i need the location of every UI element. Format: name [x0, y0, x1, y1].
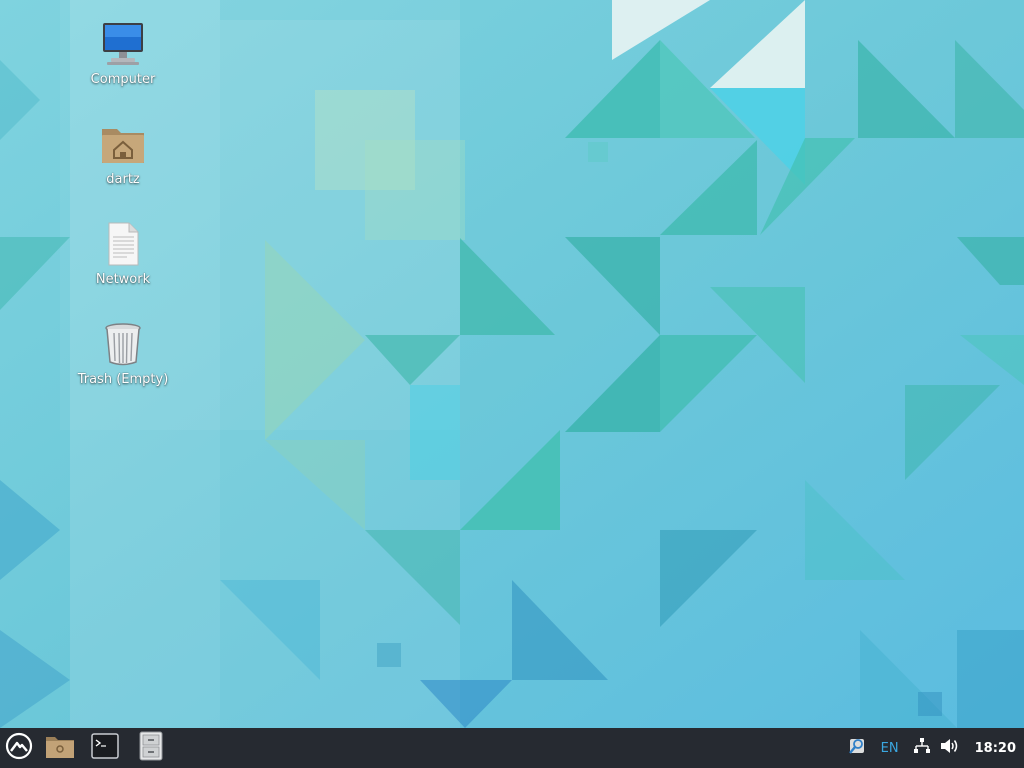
desktop-icon-label: dartz	[106, 172, 140, 187]
taskbar: EN 18:20	[0, 728, 1024, 768]
desktop-icon-home-folder[interactable]: dartz	[71, 120, 175, 187]
language-label: EN	[880, 740, 899, 756]
trash-icon	[99, 320, 147, 368]
network-indicator[interactable]	[909, 728, 935, 768]
app-menu-button[interactable]	[0, 728, 38, 768]
search-tool-button[interactable]	[843, 728, 871, 768]
file-manager-launcher[interactable]	[38, 728, 82, 768]
volume-icon	[939, 737, 959, 759]
desktop-icon-label: Computer	[90, 72, 156, 87]
document-icon	[99, 220, 147, 268]
desktop-icon-computer[interactable]: Computer	[71, 20, 175, 87]
computer-icon	[99, 20, 147, 68]
desktop-icon-network[interactable]: Network	[71, 220, 175, 287]
desktop-icon-label: Trash (Empty)	[77, 372, 169, 387]
file-cabinet-icon	[139, 731, 163, 765]
home-folder-icon	[99, 120, 147, 168]
network-icon	[913, 737, 931, 759]
system-tray: EN 18:20	[843, 728, 1024, 768]
volume-control[interactable]	[935, 728, 963, 768]
terminal-launcher[interactable]	[82, 728, 128, 768]
search-tool-icon	[847, 736, 867, 760]
app-menu-icon	[5, 732, 33, 764]
clock-time: 18:20	[974, 740, 1016, 756]
terminal-icon	[91, 733, 119, 763]
keyboard-layout-indicator[interactable]: EN	[871, 728, 909, 768]
clock[interactable]: 18:20	[963, 728, 1024, 768]
folder-icon	[45, 733, 75, 763]
desktop-icon-label: Network	[95, 272, 151, 287]
desktop-icon-trash[interactable]: Trash (Empty)	[71, 320, 175, 387]
file-cabinet-launcher[interactable]	[128, 728, 174, 768]
desktop[interactable]: Computer dartz Network Trash (Empty)	[0, 0, 1024, 728]
